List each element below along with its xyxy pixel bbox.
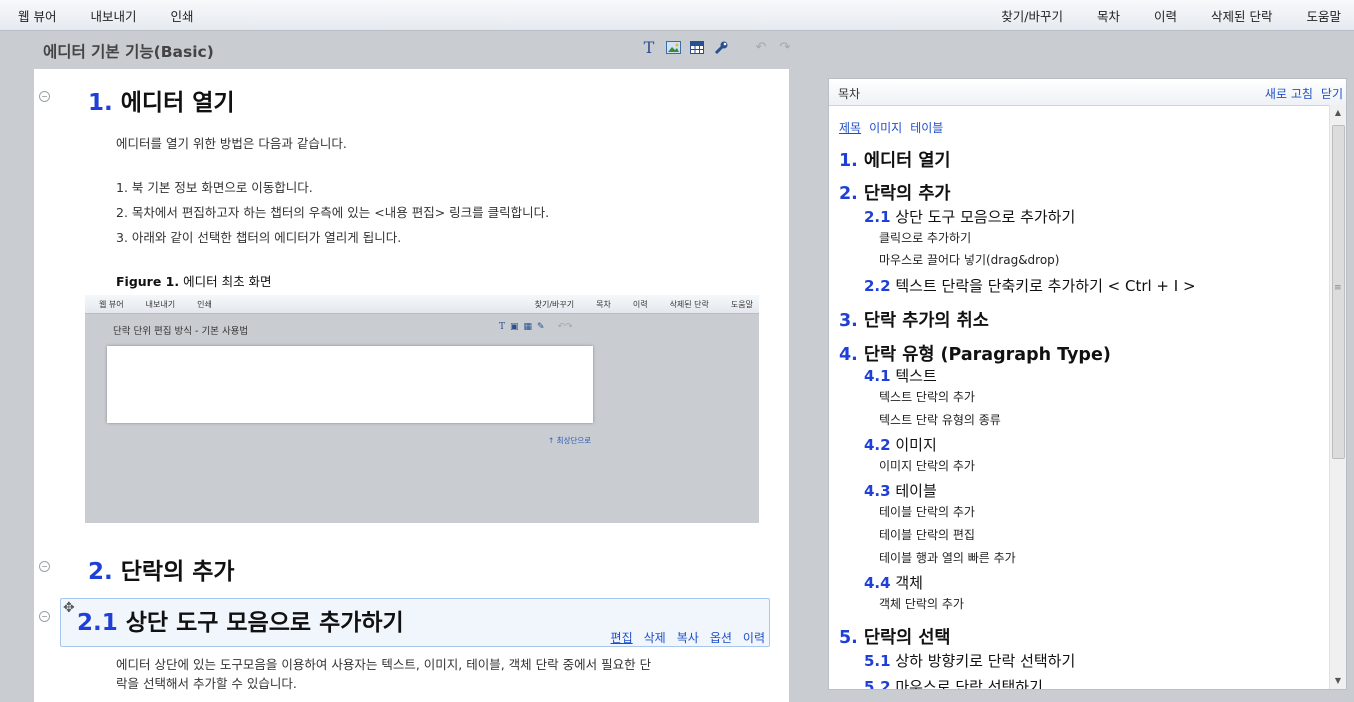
text-icon: T (499, 322, 506, 332)
figure-screenshot: 웹 뷰어 내보내기 인쇄 찾기/바꾸기 목차 이력 삭제된 단락 도움말 단락 단위 편집 … (85, 295, 759, 523)
toc-item[interactable]: 2. 단락의 추가 (839, 180, 951, 205)
toc-item[interactable]: 2.1 상단 도구 모음으로 추가하기 (864, 206, 1075, 227)
tab-image[interactable]: 이미지 (869, 119, 902, 136)
toc-item[interactable]: 클릭으로 추가하기 (879, 229, 971, 246)
toc-item[interactable]: 텍스트 단락 유형의 종류 (879, 411, 1001, 428)
redo-icon[interactable]: ↷ (777, 39, 793, 55)
figure-caption: Figure 1. 에디터 최초 화면 (116, 274, 272, 289)
scroll-up-icon[interactable]: ▲ (1330, 105, 1346, 121)
paragraph-actions: 편집 삭제 복사 옵션 이력 (611, 629, 765, 646)
figure-doc-title: 단락 단위 편집 방식 - 기본 사용법 (113, 326, 249, 337)
image-icon[interactable] (665, 39, 681, 55)
delete-link[interactable]: 삭제 (644, 629, 666, 646)
section-heading-2-1: 2.1 상단 도구 모음으로 추가하기 (77, 610, 404, 636)
toc-item[interactable]: 4. 단락 유형 (Paragraph Type) (839, 341, 1111, 366)
refresh-link[interactable]: 새로 고침 (1265, 85, 1313, 102)
toc-header: 목차 새로 고침 닫기 (829, 79, 1346, 106)
toc-item[interactable]: 이미지 단락의 추가 (879, 457, 975, 474)
figure-menu-item-1[interactable]: 목차 (585, 299, 622, 310)
edit-link[interactable]: 편집 (611, 629, 633, 646)
toc-list: 1. 에디터 열기 2. 단락의 추가 2.1 상단 도구 모음으로 추가하기클릭으… (829, 79, 1329, 689)
menu-item-2[interactable]: 인쇄 (154, 6, 211, 25)
figure-toolbar: T ▣ ▦ ✎ ↶↷ (499, 322, 573, 332)
toc-item[interactable]: 5. 단락의 선택 (839, 624, 951, 649)
menu-item-0[interactable]: 웹 뷰어 (18, 6, 73, 25)
figure-top-link: ↑ 최상단으로 (548, 436, 592, 445)
undo-icon: ↶↷ (557, 322, 573, 332)
figure-menu-item-1[interactable]: 내보내기 (135, 299, 186, 310)
menu-item-4[interactable]: 도움말 (1289, 6, 1341, 25)
toc-item[interactable]: 테이블 단락의 추가 (879, 503, 975, 520)
figure-menu-item-2[interactable]: 인쇄 (186, 299, 223, 310)
scroll-down-icon[interactable]: ▼ (1330, 673, 1346, 689)
toc-item[interactable]: 4.4 객체 (864, 572, 923, 593)
toc-item[interactable]: 4.1 텍스트 (864, 365, 937, 386)
toc-item[interactable]: 테이블 행과 열의 빠른 추가 (879, 549, 1016, 566)
toc-tabs: 제목 이미지 테이블 (839, 119, 943, 136)
collapse-toggle-icon[interactable]: − (39, 91, 50, 102)
toc-item[interactable]: 4.3 테이블 (864, 480, 937, 501)
collapse-toggle-icon[interactable]: − (39, 561, 50, 572)
document-page: − 1. 에디터 열기 에디터를 열기 위한 방법은 다음과 같습니다. 1. … (34, 69, 789, 702)
toc-item[interactable]: 4.2 이미지 (864, 434, 937, 455)
toc-item[interactable]: 마우스로 끌어다 넣기(drag&drop) (879, 251, 1059, 268)
menu-item-3[interactable]: 삭제된 단락 (1194, 6, 1289, 25)
figure-menu-item-3[interactable]: 삭제된 단락 (659, 299, 720, 310)
toc-panel: 1. 에디터 열기 2. 단락의 추가 2.1 상단 도구 모음으로 추가하기클릭으… (828, 78, 1347, 690)
figure-blank-page (107, 346, 593, 423)
top-menu-left: 웹 뷰어 내보내기 인쇄 (18, 0, 211, 30)
collapse-toggle-icon[interactable]: − (39, 611, 50, 622)
top-menu-right: 찾기/바꾸기 목차 이력 삭제된 단락 도움말 (984, 0, 1341, 30)
menu-item-1[interactable]: 목차 (1080, 6, 1137, 25)
scroll-grip-icon: ≡ (1334, 283, 1342, 293)
toc-item[interactable]: 5.2 마우스로 단락 선택하기 (864, 676, 1043, 689)
menu-item-1[interactable]: 내보내기 (73, 6, 153, 25)
close-link[interactable]: 닫기 (1321, 85, 1343, 102)
table-icon[interactable] (689, 39, 705, 55)
body-paragraph-line: 에디터 상단에 있는 도구모음을 이용하여 사용자는 텍스트, 이미지, 테이블… (116, 657, 652, 672)
table-icon: ▦ (523, 322, 533, 332)
toc-scrollbar[interactable]: ▲ ≡ ▼ (1329, 105, 1346, 689)
menu-item-0[interactable]: 찾기/바꾸기 (984, 6, 1080, 25)
figure-menubar: 웹 뷰어 내보내기 인쇄 찾기/바꾸기 목차 이력 삭제된 단락 도움말 (85, 295, 759, 314)
text-icon[interactable]: T (641, 38, 657, 57)
image-icon: ▣ (510, 322, 519, 332)
step-item: 1. 북 기본 정보 화면으로 이동합니다. (116, 180, 313, 195)
tab-table[interactable]: 테이블 (910, 119, 943, 136)
intro-paragraph: 에디터를 열기 위한 방법은 다음과 같습니다. (116, 136, 347, 151)
options-link[interactable]: 옵션 (710, 629, 732, 646)
undo-icon[interactable]: ↶ (753, 39, 769, 55)
document-title: 에디터 기본 기능(Basic) (43, 43, 214, 61)
toc-item[interactable]: 객체 단락의 추가 (879, 595, 964, 612)
top-menubar: 웹 뷰어 내보내기 인쇄 찾기/바꾸기 목차 이력 삭제된 단락 도움말 (0, 0, 1354, 31)
menu-item-2[interactable]: 이력 (1137, 6, 1194, 25)
section-heading-1[interactable]: 1. 에디터 열기 (88, 83, 235, 117)
object-icon: ✎ (537, 322, 545, 332)
figure-menu-item-0[interactable]: 찾기/바꾸기 (524, 299, 586, 310)
body-paragraph-line: 락을 선택해서 추가할 수 있습니다. (116, 676, 297, 691)
tab-title[interactable]: 제목 (839, 119, 861, 136)
section-heading-2[interactable]: 2. 단락의 추가 (88, 552, 235, 586)
toc-title: 목차 (838, 87, 861, 101)
figure-menu-item-0[interactable]: 웹 뷰어 (99, 299, 135, 310)
toc-item[interactable]: 테이블 단락의 편집 (879, 526, 975, 543)
step-item: 2. 목차에서 편집하고자 하는 챕터의 우측에 있는 <내용 편집> 링크를 … (116, 205, 550, 220)
copy-link[interactable]: 복사 (677, 629, 699, 646)
toc-item[interactable]: 1. 에디터 열기 (839, 147, 951, 172)
figure-menu-item-4[interactable]: 도움말 (720, 299, 753, 310)
step-item: 3. 아래와 같이 선택한 챕터의 에디터가 열리게 됩니다. (116, 230, 402, 245)
toc-item[interactable]: 5.1 상하 방향키로 단락 선택하기 (864, 650, 1075, 671)
selected-paragraph[interactable]: ✥ 2.1 상단 도구 모음으로 추가하기 편집 삭제 복사 옵션 이력 (60, 598, 770, 647)
paragraph-toolbar: T ↶ ↷ (641, 38, 793, 57)
move-handle-icon[interactable]: ✥ (63, 600, 75, 616)
object-icon[interactable] (713, 39, 729, 55)
toc-item[interactable]: 텍스트 단락의 추가 (879, 388, 975, 405)
history-link[interactable]: 이력 (743, 629, 765, 646)
toc-item[interactable]: 3. 단락 추가의 취소 (839, 307, 989, 332)
figure-menu-item-2[interactable]: 이력 (622, 299, 659, 310)
toc-item[interactable]: 2.2 텍스트 단락을 단축키로 추가하기 < Ctrl + I > (864, 275, 1196, 296)
